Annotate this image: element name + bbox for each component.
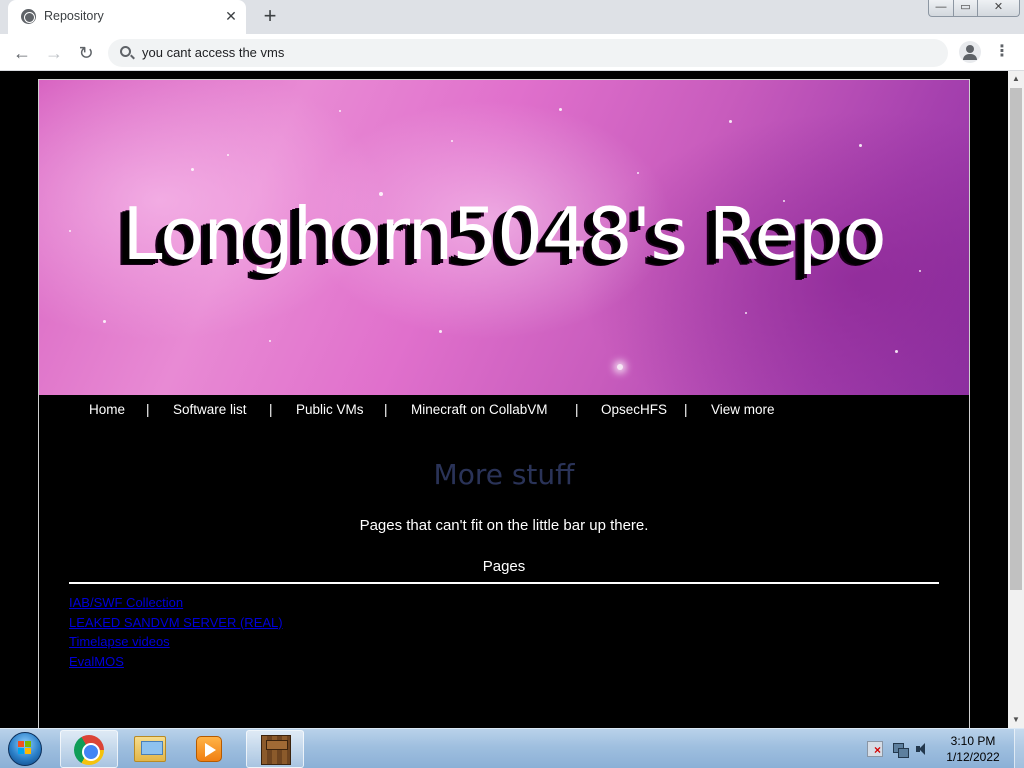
windows-flag-icon	[18, 741, 32, 755]
back-button[interactable]: ←	[9, 40, 35, 66]
show-desktop-button[interactable]	[1014, 729, 1024, 768]
divider	[69, 582, 939, 584]
taskbar-explorer-button[interactable]	[121, 730, 179, 768]
explorer-icon	[134, 736, 166, 762]
nav-separator: |	[684, 402, 688, 417]
action-center-icon[interactable]	[867, 741, 883, 757]
clock-date: 1/12/2022	[946, 750, 1000, 764]
address-text[interactable]: you cant access the vms	[142, 45, 284, 60]
nav-separator: |	[146, 402, 150, 417]
profile-icon[interactable]	[959, 41, 981, 63]
nav-link-view-more[interactable]: View more	[711, 402, 775, 417]
nav-link-opsechfs[interactable]: OpsecHFS	[601, 402, 667, 417]
page-links-list: IAB/SWF Collection LEAKED SANDVM SERVER …	[69, 593, 283, 671]
browser-toolbar: ← → ↻ you cant access the vms ⋮	[0, 34, 1024, 71]
nav-separator: |	[269, 402, 273, 417]
nav-link-home[interactable]: Home	[89, 402, 125, 417]
browser-menu-icon[interactable]: ⋮	[994, 42, 1010, 62]
vertical-scrollbar[interactable]: ▲ ▼	[1008, 71, 1024, 728]
tab-strip: Repository ✕ + — ▭ ✕	[0, 0, 1024, 34]
address-bar[interactable]: you cant access the vms	[108, 39, 948, 67]
page-description: Pages that can't fit on the little bar u…	[359, 517, 649, 534]
media-player-icon	[196, 736, 222, 762]
volume-icon[interactable]	[915, 741, 931, 757]
maximize-button[interactable]: ▭	[953, 0, 978, 17]
taskbar: 3:10 PM 1/12/2022	[0, 728, 1024, 768]
tab-close-icon[interactable]: ✕	[222, 7, 240, 25]
scrollbar-thumb[interactable]	[1010, 88, 1022, 590]
close-window-button[interactable]: ✕	[977, 0, 1020, 17]
taskbar-chrome-button[interactable]	[60, 730, 118, 768]
taskbar-minecraft-button[interactable]	[246, 730, 304, 768]
nav-separator: |	[384, 402, 388, 417]
forward-button[interactable]: →	[41, 40, 67, 66]
page-link-iab-swf[interactable]: IAB/SWF Collection	[69, 593, 283, 613]
start-button[interactable]	[4, 730, 46, 768]
tab-repository[interactable]: Repository ✕	[8, 0, 246, 34]
page-heading: More stuff	[433, 458, 575, 491]
scroll-up-icon[interactable]: ▲	[1008, 71, 1024, 87]
nav-link-software-list[interactable]: Software list	[173, 402, 247, 417]
page-link-sandvm[interactable]: LEAKED SANDVM SERVER (REAL)	[69, 613, 283, 633]
site-nav: Home | Software list | Public VMs | Mine…	[39, 395, 969, 425]
clock[interactable]: 3:10 PM 1/12/2022	[937, 733, 1009, 765]
search-icon	[120, 46, 131, 57]
reload-button[interactable]: ↻	[73, 40, 99, 66]
tab-title: Repository	[44, 9, 104, 23]
page-link-evalmos[interactable]: EvalMOS	[69, 652, 283, 672]
minecraft-icon	[261, 735, 291, 765]
page-container: Longhorn5048's Repo Home | Software list…	[38, 79, 970, 728]
nav-separator: |	[575, 402, 579, 417]
new-tab-button[interactable]: +	[259, 5, 281, 27]
page-link-timelapse[interactable]: Timelapse videos	[69, 632, 283, 652]
site-title: Longhorn5048's Repo	[122, 192, 886, 276]
nav-link-public-vms[interactable]: Public VMs	[296, 402, 364, 417]
network-icon[interactable]	[892, 741, 909, 758]
nav-link-minecraft-collabvm[interactable]: Minecraft on CollabVM	[411, 402, 548, 417]
header-banner: Longhorn5048's Repo	[39, 80, 969, 395]
scroll-down-icon[interactable]: ▼	[1008, 712, 1024, 728]
taskbar-media-player-button[interactable]	[184, 730, 234, 768]
pages-label: Pages	[482, 558, 526, 575]
chrome-icon	[74, 735, 104, 765]
minimize-button[interactable]: —	[928, 0, 954, 17]
page-viewport: Longhorn5048's Repo Home | Software list…	[0, 71, 1008, 728]
globe-icon	[21, 9, 36, 24]
clock-time: 3:10 PM	[950, 734, 996, 748]
